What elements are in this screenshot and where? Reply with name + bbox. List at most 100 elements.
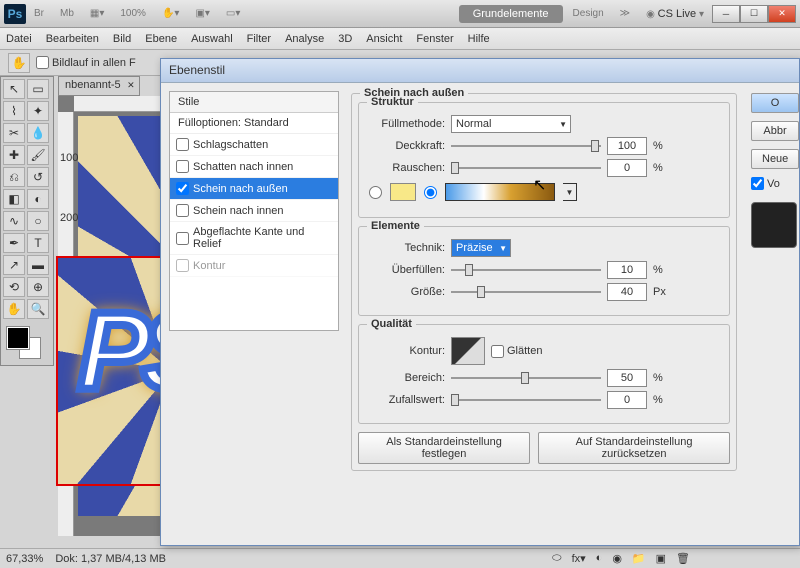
status-zoom[interactable]: 67,33%	[6, 553, 43, 565]
lasso-tool[interactable]: ⌇	[3, 101, 25, 121]
app-logo: Ps	[4, 4, 26, 24]
opacity-slider[interactable]	[451, 139, 601, 153]
brush-tool[interactable]: 🖌	[27, 145, 49, 165]
contour-picker[interactable]	[451, 337, 485, 365]
zoom-level[interactable]: 100%	[114, 5, 152, 22]
move-tool[interactable]: ↖	[3, 79, 25, 99]
blend-mode-select[interactable]: Normal	[451, 115, 571, 133]
3d-camera-tool[interactable]: ⊕	[27, 277, 49, 297]
adjustment-icon[interactable]: ◉	[612, 552, 622, 565]
menu-filter[interactable]: Filter	[247, 33, 271, 45]
style-innershadow[interactable]: Schatten nach innen	[170, 156, 338, 178]
menu-file[interactable]: Datei	[6, 33, 32, 45]
style-outerglow[interactable]: Schein nach außen	[170, 178, 338, 200]
heal-tool[interactable]: ✚	[3, 145, 25, 165]
path-tool[interactable]: ↗	[3, 255, 25, 275]
close-button[interactable]: ✕	[768, 5, 796, 23]
fx-icon[interactable]: fx▾	[572, 552, 586, 565]
menu-select[interactable]: Auswahl	[191, 33, 233, 45]
eraser-tool[interactable]: ◧	[3, 189, 25, 209]
zoom-tool[interactable]: 🔍	[27, 299, 49, 319]
size-value[interactable]: 40	[607, 283, 647, 301]
link-icon[interactable]: ⬭	[552, 552, 561, 565]
style-bevel[interactable]: Abgeflachte Kante und Relief	[170, 222, 338, 255]
style-dropshadow[interactable]: Schlagschatten	[170, 134, 338, 156]
3d-tool[interactable]: ⟲	[3, 277, 25, 297]
workspace-design[interactable]: Design	[567, 5, 610, 22]
menu-analysis[interactable]: Analyse	[285, 33, 324, 45]
current-tool-icon[interactable]: ✋	[8, 53, 30, 73]
size-slider[interactable]	[451, 285, 601, 299]
maximize-button[interactable]: ☐	[740, 5, 768, 23]
menu-image[interactable]: Bild	[113, 33, 131, 45]
wand-tool[interactable]: ✦	[27, 101, 49, 121]
shape-tool[interactable]: ▬	[27, 255, 49, 275]
technique-select[interactable]: Präzise	[451, 239, 511, 257]
status-docinfo[interactable]: Dok: 1,37 MB/4,13 MB	[55, 553, 166, 565]
new-layer-icon[interactable]: ▣	[656, 552, 666, 565]
pen-tool[interactable]: ✒	[3, 233, 25, 253]
mask-icon[interactable]: ◐	[596, 552, 603, 564]
hand-tool[interactable]: ✋	[3, 299, 25, 319]
close-tab-icon[interactable]: ✕	[127, 80, 135, 91]
arrange-icon[interactable]: ▣▾	[189, 5, 215, 22]
jitter-slider[interactable]	[451, 393, 601, 407]
style-contour[interactable]: Kontur	[170, 255, 338, 277]
eyedropper-tool[interactable]: 💧	[27, 123, 49, 143]
cslive-button[interactable]: ◉ CS Live ▾	[640, 5, 710, 23]
new-style-button[interactable]: Neue	[751, 149, 799, 169]
dodge-tool[interactable]: ○	[27, 211, 49, 231]
styles-header[interactable]: Stile	[170, 92, 338, 113]
history-brush-tool[interactable]: ↺	[27, 167, 49, 187]
antialias-checkbox[interactable]: Glätten	[491, 345, 542, 358]
spread-slider[interactable]	[451, 263, 601, 277]
stamp-tool[interactable]: ⎌	[3, 167, 25, 187]
range-slider[interactable]	[451, 371, 601, 385]
minimize-button[interactable]: ─	[712, 5, 740, 23]
document-tab[interactable]: nbenannt-5 ✕	[58, 76, 140, 96]
style-innerglow[interactable]: Schein nach innen	[170, 200, 338, 222]
blur-tool[interactable]: ∿	[3, 211, 25, 231]
color-swatches[interactable]	[3, 325, 51, 363]
fill-options[interactable]: Fülloptionen: Standard	[170, 113, 338, 134]
reset-default-button[interactable]: Auf Standardeinstellung zurücksetzen	[538, 432, 730, 464]
fg-color-swatch[interactable]	[7, 327, 29, 349]
jitter-value[interactable]: 0	[607, 391, 647, 409]
type-tool[interactable]: T	[27, 233, 49, 253]
noise-slider[interactable]	[451, 161, 601, 175]
opacity-value[interactable]: 100	[607, 137, 647, 155]
bridge-icon[interactable]: Br	[28, 5, 50, 22]
marquee-tool[interactable]: ▭	[27, 79, 49, 99]
menu-view[interactable]: Ansicht	[366, 33, 402, 45]
gradient-radio[interactable]	[424, 186, 437, 199]
menu-help[interactable]: Hilfe	[468, 33, 490, 45]
cancel-button[interactable]: Abbr	[751, 121, 799, 141]
trash-icon[interactable]: 🗑	[676, 552, 690, 565]
gradient-dropdown-icon[interactable]: ▼	[563, 183, 577, 201]
glow-color-well[interactable]	[390, 183, 416, 201]
dialog-title[interactable]: Ebenenstil	[161, 59, 799, 83]
toolbox: ↖ ▭ ⌇ ✦ ✂ 💧 ✚ 🖌 ⎌ ↺ ◧ ◐ ∿ ○ ✒ T ↗ ▬ ⟲ ⊕ …	[0, 76, 54, 366]
menu-edit[interactable]: Bearbeiten	[46, 33, 99, 45]
hand-icon[interactable]: ✋▾	[156, 5, 185, 22]
workspace-more-icon[interactable]: ≫	[614, 5, 636, 22]
menu-window[interactable]: Fenster	[416, 33, 453, 45]
spread-value[interactable]: 10	[607, 261, 647, 279]
menu-layer[interactable]: Ebene	[145, 33, 177, 45]
menu-3d[interactable]: 3D	[338, 33, 352, 45]
preview-checkbox[interactable]: Vo	[751, 177, 780, 190]
noise-value[interactable]: 0	[607, 159, 647, 177]
solid-color-radio[interactable]	[369, 186, 382, 199]
crop-tool[interactable]: ✂	[3, 123, 25, 143]
range-value[interactable]: 50	[607, 369, 647, 387]
ok-button[interactable]: O	[751, 93, 799, 113]
screenmode-icon[interactable]: ▭▾	[220, 5, 246, 22]
view-extras-icon[interactable]: ▦▾	[84, 5, 110, 22]
folder-icon[interactable]: 📁	[632, 552, 646, 565]
workspace-essentials[interactable]: Grundelemente	[459, 5, 563, 23]
dialog-settings: Schein nach außen Struktur Füllmethode: …	[347, 83, 749, 545]
scroll-all-checkbox[interactable]: Bildlauf in allen F	[36, 56, 136, 69]
gradient-tool[interactable]: ◐	[27, 189, 49, 209]
minibridge-icon[interactable]: Mb	[54, 5, 80, 22]
set-default-button[interactable]: Als Standardeinstellung festlegen	[358, 432, 530, 464]
